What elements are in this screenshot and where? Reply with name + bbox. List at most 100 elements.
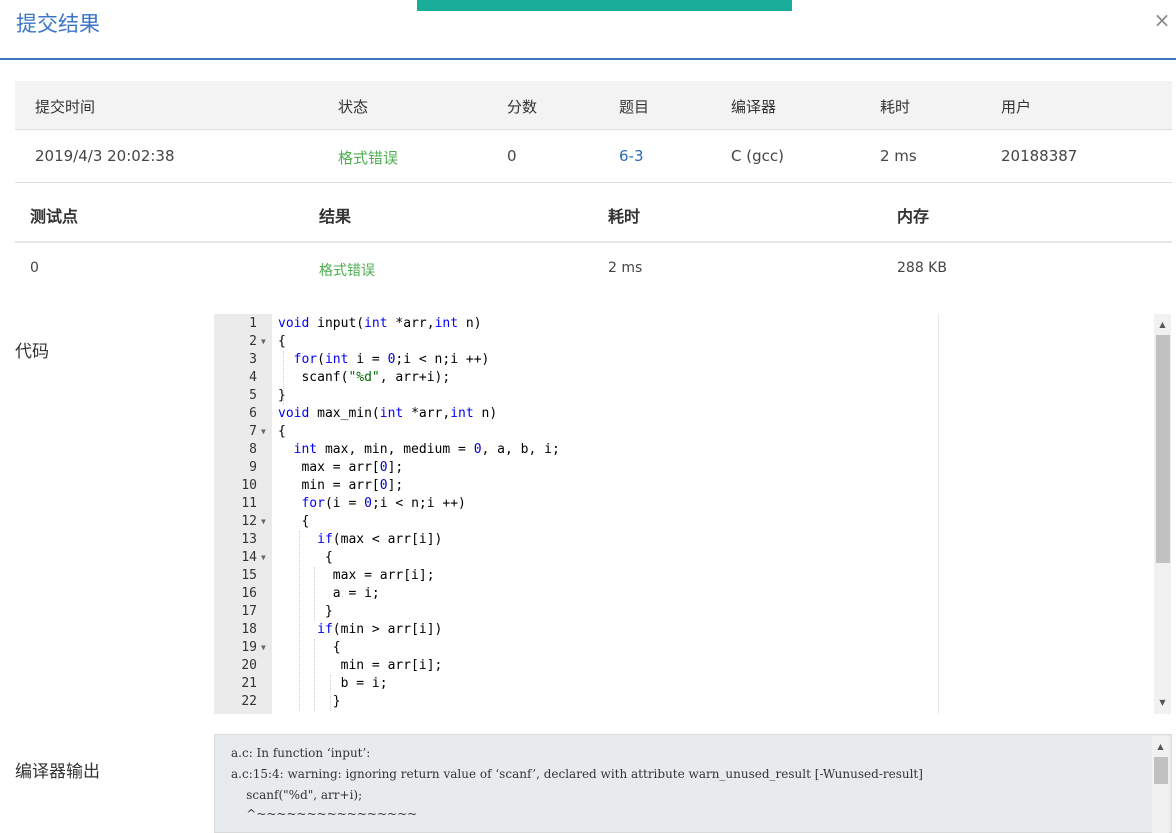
testpoint-table-header: 测试点 结果 耗时 内存 [15,184,1172,243]
code-line: 4 scanf("%d", arr+i); [214,369,938,387]
code-line: 15 max = arr[i]; [214,567,938,585]
code-text: } [278,604,333,619]
line-number: 12 [241,514,257,529]
line-number: 19 [241,640,257,655]
scroll-down-icon[interactable]: ▼ [1154,694,1171,711]
header-compiler: 编译器 [731,98,777,116]
fold-toggle-icon[interactable]: ▼ [261,549,266,567]
code-text: void max_min(int *arr,int n) [278,406,498,421]
scroll-up-icon[interactable]: ▲ [1154,316,1171,333]
editor-margin [938,314,1153,714]
header-testpoint: 测试点 [30,207,79,226]
duration-value: 2 ms [880,147,917,165]
code-editor[interactable]: 1 void input(int *arr,int n) 2 ▼ {3 for(int … [214,314,938,714]
line-number: 22 [241,694,257,709]
code-line: 6 void max_min(int *arr,int n) [214,405,938,423]
status-badge: 格式错误 [338,149,399,167]
compiler-scrollbar[interactable]: ▲ [1152,736,1169,833]
code-line: 9 max = arr[0]; [214,459,938,477]
code-line: 5} [214,387,938,405]
fold-toggle-icon[interactable]: ▼ [261,423,266,441]
header-status: 状态 [338,98,369,116]
code-label: 代码 [15,342,49,362]
code-text: for(i = 0;i < n;i ++) [301,496,466,511]
line-number: 15 [241,568,257,583]
line-number: 14 [241,550,257,565]
compiler-output-panel[interactable]: a.c: In function ‘input’: a.c:15:4: warn… [214,734,1172,833]
code-text: void input(int *arr,int n) [278,316,482,331]
line-number: 11 [241,496,257,511]
compiler-output-line: ^~~~~~~~~~~~~~~~~ [231,807,418,821]
code-text: } [278,694,341,709]
code-line: 7 ▼ { [214,423,938,441]
header-duration: 耗时 [880,98,911,116]
code-text: } [278,388,286,403]
dialog-title: 提交结果 [16,12,100,36]
code-scrollbar[interactable]: ▲ ▼ [1154,314,1171,714]
line-number: 6 [249,406,257,421]
user-value: 20188387 [1001,147,1078,165]
scroll-thumb[interactable] [1154,757,1168,784]
compiler-output-line: scanf("%d", arr+i); [231,788,363,802]
code-line: 14 ▼ { [214,549,938,567]
scroll-thumb[interactable] [1156,335,1170,563]
submit-time: 2019/4/3 20:02:38 [35,147,175,165]
submission-row: 2019/4/3 20:02:38 格式错误 0 6-3 C (gcc) 2 m… [15,130,1172,183]
line-number: 21 [241,676,257,691]
code-text: for(int i = 0;i < n;i ++) [293,352,490,367]
line-number: 3 [249,352,257,367]
code-line: 10 min = arr[0]; [214,477,938,495]
compiler-value: C (gcc) [731,147,784,165]
scroll-up-icon[interactable]: ▲ [1152,738,1169,755]
testpoint-row: 0 格式错误 2 ms 288 KB [15,243,1172,295]
code-text: { [278,424,286,439]
code-line: 3 for(int i = 0;i < n;i ++) [214,351,938,369]
close-icon[interactable]: × [1148,6,1176,34]
code-text: { [278,640,341,655]
line-number: 9 [249,460,257,475]
fold-toggle-icon[interactable]: ▼ [261,513,266,531]
line-number: 1 [249,316,257,331]
line-number: 2 [249,334,257,349]
header-memory: 内存 [897,207,930,226]
indent-guide [299,531,300,711]
code-line: 19 ▼ { [214,639,938,657]
code-line: 20 min = arr[i]; [214,657,938,675]
code-text: min = arr[i]; [278,658,443,673]
code-text: if(min > arr[i]) [317,622,443,637]
code-line: 11 for(i = 0;i < n;i ++) [214,495,938,513]
code-text: { [278,550,333,565]
indent-guide [330,675,331,711]
score-value: 0 [507,147,517,165]
fold-toggle-icon[interactable]: ▼ [261,639,266,657]
line-number: 4 [249,370,257,385]
line-number: 20 [241,658,257,673]
testpoint-result: 格式错误 [319,263,375,279]
code-text: a = i; [278,586,380,601]
code-line: 21 b = i; [214,675,938,693]
code-line: 2 ▼ { [214,333,938,351]
testpoint-id: 0 [30,260,39,276]
indent-guide [283,351,284,405]
code-line: 17 } [214,603,938,621]
testpoint-memory: 288 KB [897,260,947,276]
indent-guide [314,639,315,711]
line-number: 8 [249,442,257,457]
top-accent-bar [417,0,792,11]
code-text: { [278,334,286,349]
header-problem: 题目 [619,98,650,116]
code-line: 12 ▼ { [214,513,938,531]
title-divider [0,58,1176,60]
problem-link[interactable]: 6-3 [619,147,644,165]
fold-toggle-icon[interactable]: ▼ [261,333,266,351]
header-result: 结果 [319,207,352,226]
code-text: b = i; [278,676,388,691]
line-number: 5 [249,388,257,403]
code-text: max = arr[i]; [278,568,435,583]
compiler-output-label: 编译器输出 [15,762,100,782]
code-text: scanf("%d", arr+i); [278,370,451,385]
code-line: 16 a = i; [214,585,938,603]
code-line: 22 } [214,693,938,711]
code-text: int max, min, medium = 0, a, b, i; [293,442,560,457]
header-submit-time: 提交时间 [35,98,96,116]
